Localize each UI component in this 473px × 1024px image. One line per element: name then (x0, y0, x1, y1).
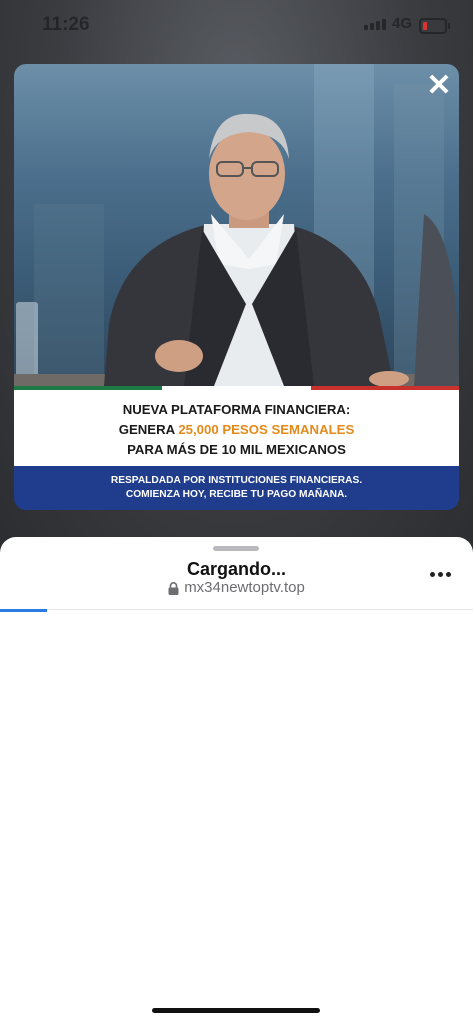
home-indicator[interactable] (152, 1008, 320, 1013)
browser-sheet[interactable]: Cargando... mx34newtoptv.top (0, 537, 473, 1024)
page-title: Cargando... (186, 559, 286, 579)
sheet-grabber[interactable] (213, 546, 259, 551)
footer-line-2: COMIENZA HOY, RECIBE TU PAGO MAÑANA. (125, 489, 348, 500)
url-text: mx34newtoptv.top (184, 579, 305, 596)
headline-line-2: GENERA 25,000 PESOS SEMANALES (118, 422, 355, 437)
status-bar: 11:26 4G (0, 0, 473, 52)
network-type: 4G (392, 15, 413, 32)
loading-progress-bar (0, 609, 48, 612)
headline-line-3: PARA MÁS DE 10 MIL MEXICANOS (127, 442, 346, 457)
url-row: mx34newtoptv.top (0, 579, 473, 596)
headline-highlight: 25,000 PESOS SEMANALES (178, 422, 355, 437)
ad-footer-band: RESPALDADA POR INSTITUCIONES FINANCIERAS… (14, 466, 459, 510)
status-time: 11:26 (42, 14, 90, 35)
sheet-divider (0, 609, 473, 610)
battery-icon (419, 18, 450, 34)
ad-headline: NUEVA PLATAFORMA FINANCIERA: GENERA 25,0… (14, 390, 459, 466)
close-icon[interactable]: ✕ (424, 71, 454, 102)
more-icon[interactable] (428, 567, 454, 581)
lock-icon (168, 581, 179, 595)
ad-photo: ✕ (14, 64, 459, 386)
footer-line-1: RESPALDADA POR INSTITUCIONES FINANCIERAS… (110, 475, 363, 486)
headline-line-1: NUEVA PLATAFORMA FINANCIERA: (122, 402, 351, 417)
signal-icon (364, 19, 386, 30)
person-illustration (14, 113, 459, 386)
ad-card[interactable]: ✕ NUEVA PLATAFORMA FINANCIERA: GENERA 25… (14, 64, 459, 510)
